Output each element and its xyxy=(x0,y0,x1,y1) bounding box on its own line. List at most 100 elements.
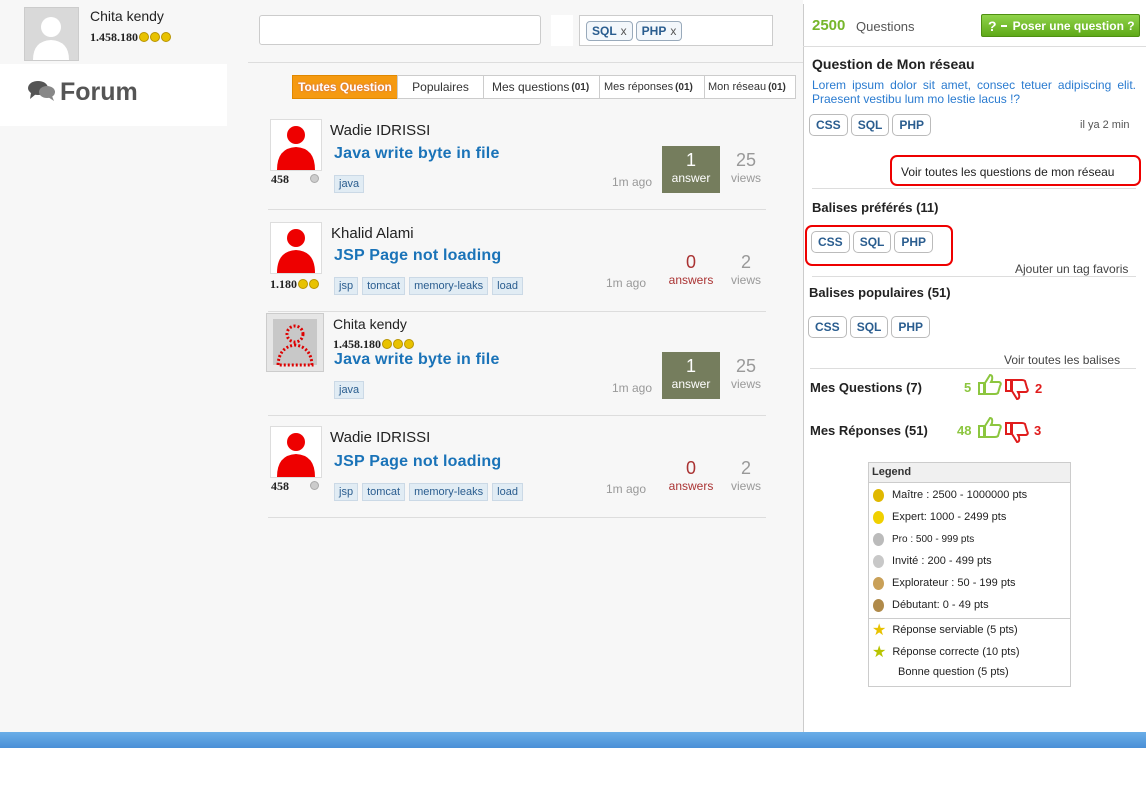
silver-medal-icon xyxy=(873,532,884,546)
user-avatar[interactable] xyxy=(24,7,79,61)
question-author[interactable]: Chita kendy xyxy=(333,316,407,332)
question-author[interactable]: Khalid Alami xyxy=(331,225,414,242)
user-reputation-row: 1.458.180 xyxy=(90,28,171,46)
tag-button[interactable]: CSS xyxy=(811,231,850,253)
question-title[interactable]: Java write byte in file xyxy=(334,351,500,369)
network-question-text[interactable]: Lorem ipsum dolor sit amet, consec tetue… xyxy=(812,78,1136,106)
tag-button[interactable]: CSS xyxy=(809,114,848,136)
answer-count: 0 xyxy=(685,458,696,478)
tag-link[interactable]: load xyxy=(492,277,523,295)
popular-tags: CSS SQL PHP xyxy=(808,316,933,338)
question-author[interactable]: Wadie IDRISSI xyxy=(330,122,430,139)
up-votes: 5 xyxy=(964,380,972,395)
divider xyxy=(812,188,1136,189)
user-name[interactable]: Chita kendy xyxy=(90,8,164,24)
question-author-avatar[interactable] xyxy=(266,313,324,372)
see-network-questions-link[interactable]: Voir toutes les questions de mon réseau xyxy=(901,165,1114,179)
coin-icon xyxy=(382,338,392,349)
ask-question-button[interactable]: ? Poser une question ? xyxy=(981,14,1140,37)
tag-filter-chip[interactable]: PHP x xyxy=(635,21,683,41)
tag-filter-input[interactable]: SQL x PHP x xyxy=(579,15,773,46)
thumbs-down-icon xyxy=(1004,421,1030,450)
my-answers-count: (51) xyxy=(904,423,928,438)
star-check-icon: ★ xyxy=(872,644,887,661)
legend-row: ★ Réponse correcte (10 pts) xyxy=(869,641,1070,663)
author-reputation: 1.180 xyxy=(270,277,297,291)
tag-button[interactable]: SQL xyxy=(850,114,890,136)
legend-title: Legend xyxy=(869,463,1070,483)
tab-count: (01) xyxy=(768,81,786,93)
tab-popular[interactable]: Populaires xyxy=(397,75,484,99)
points-label: Réponse serviable (5 pts) xyxy=(892,624,1018,636)
rank-label: Expert: 1000 - 2499 pts xyxy=(892,511,1007,523)
tag-button[interactable]: CSS xyxy=(808,316,847,338)
my-questions-stat[interactable]: Mes Questions (7) xyxy=(810,380,922,395)
tab-all-questions[interactable]: Toutes Question xyxy=(292,75,398,99)
coin-icon xyxy=(150,31,160,42)
tag-button[interactable]: PHP xyxy=(894,231,934,253)
question-tags: jsp tomcat memory-leaks load xyxy=(334,482,527,501)
tag-filter-chip[interactable]: SQL x xyxy=(586,21,633,41)
tag-link[interactable]: java xyxy=(334,175,365,193)
tab-label: Mes questions xyxy=(492,80,570,94)
answer-count: 0 xyxy=(685,252,696,272)
network-title: Question de Mon réseau xyxy=(812,56,975,72)
coin-icon xyxy=(404,338,414,349)
see-all-tags-link[interactable]: Voir toutes les balises xyxy=(1004,353,1120,367)
tab-my-questions[interactable]: Mes questions (01) xyxy=(483,75,600,99)
tab-label: Toutes Question xyxy=(298,80,392,94)
remove-chip-icon[interactable]: x xyxy=(670,24,676,38)
view-count: 2 xyxy=(740,252,751,272)
search-spacer xyxy=(551,15,573,46)
question-time: 1m ago xyxy=(612,381,653,395)
question-author[interactable]: Wadie IDRISSI xyxy=(330,429,430,446)
answer-count-box: 0 answers xyxy=(662,248,720,295)
question-tags: java xyxy=(334,174,368,193)
tag-link[interactable]: jsp xyxy=(334,483,359,501)
tag-button[interactable]: SQL xyxy=(852,231,892,253)
question-author-avatar[interactable] xyxy=(270,426,322,478)
question-time: 1m ago xyxy=(612,175,653,189)
tag-link[interactable]: java xyxy=(334,381,365,399)
chip-label: SQL xyxy=(592,24,617,38)
network-time: il ya 2 min xyxy=(1080,119,1130,131)
divider xyxy=(248,62,803,63)
coin-icon xyxy=(161,31,171,42)
answer-label: answer xyxy=(671,171,711,185)
pencil-icon xyxy=(1000,24,1007,27)
question-title[interactable]: JSP Page not loading xyxy=(334,247,501,265)
coin-icon xyxy=(298,278,308,289)
tab-my-answers[interactable]: Mes réponses (01) xyxy=(599,75,705,99)
my-answers-stat[interactable]: Mes Réponses (51) xyxy=(810,423,928,438)
coin-icon xyxy=(393,338,403,349)
legend-row: Invité : 200 - 499 pts xyxy=(869,550,1070,572)
tag-link[interactable]: memory-leaks xyxy=(409,483,489,501)
search-input[interactable] xyxy=(259,15,541,45)
tag-button[interactable]: PHP xyxy=(891,316,931,338)
tag-link[interactable]: tomcat xyxy=(362,483,406,501)
tag-link[interactable]: load xyxy=(492,483,523,501)
tag-link[interactable]: jsp xyxy=(334,277,359,295)
network-tags: CSS SQL PHP xyxy=(809,114,934,136)
add-favorite-tag-link[interactable]: Ajouter un tag favoris xyxy=(1015,262,1128,276)
question-title[interactable]: Java write byte in file xyxy=(334,145,500,163)
author-reputation-row: 1.180 xyxy=(270,275,319,293)
tab-my-network[interactable]: Mon réseau (01) xyxy=(704,75,796,99)
question-mark-icon: ? xyxy=(988,17,997,34)
answer-count: 1 xyxy=(685,150,696,170)
views-label: views xyxy=(730,273,761,287)
question-author-avatar[interactable] xyxy=(270,222,322,274)
my-answers-label: Mes Réponses xyxy=(810,423,902,438)
question-author-avatar[interactable] xyxy=(270,119,322,171)
author-reputation: 458 xyxy=(271,172,289,186)
tag-button[interactable]: SQL xyxy=(849,316,889,338)
remove-chip-icon[interactable]: x xyxy=(621,24,627,38)
tag-link[interactable]: memory-leaks xyxy=(409,277,489,295)
footer-bar xyxy=(0,732,1146,748)
question-tabs: Toutes Question Populaires Mes questions… xyxy=(292,75,796,99)
views-box: 2 views xyxy=(726,252,766,287)
tag-link[interactable]: tomcat xyxy=(362,277,406,295)
question-title[interactable]: JSP Page not loading xyxy=(334,453,501,471)
status-dot-icon xyxy=(310,481,319,490)
tag-button[interactable]: PHP xyxy=(892,114,932,136)
